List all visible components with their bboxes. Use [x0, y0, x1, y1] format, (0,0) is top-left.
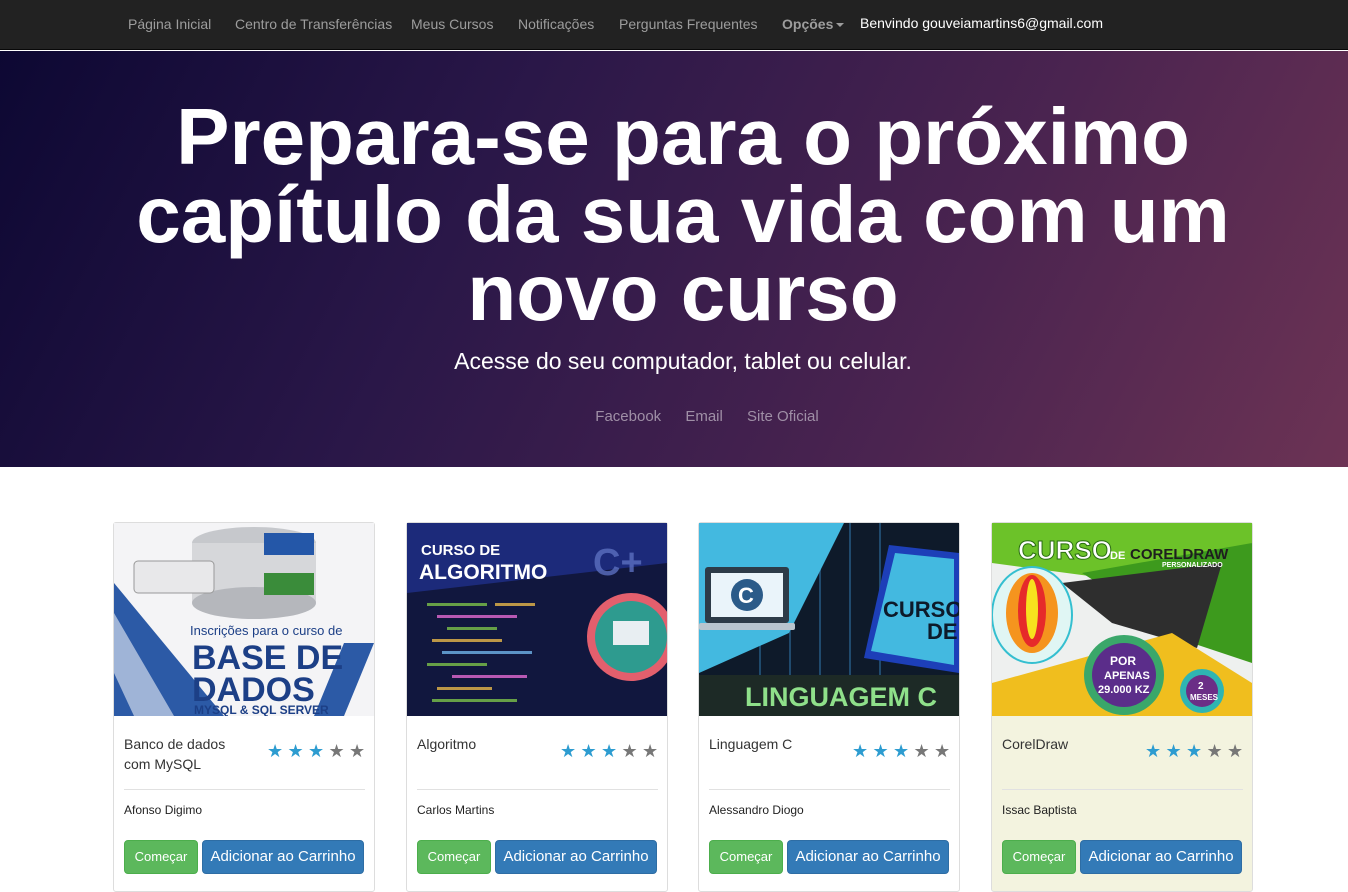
thumbnail-text: MYSQL & SQL SERVER [194, 703, 329, 716]
star-empty-icon: ★ [934, 741, 951, 761]
star-empty-icon: ★ [1227, 741, 1244, 761]
rating-stars: ★ ★ ★ ★ ★ [560, 742, 660, 762]
add-to-cart-button[interactable]: Adicionar ao Carrinho [495, 840, 657, 874]
thumbnail-text: C+ [593, 542, 643, 584]
course-card-coreldraw: CURSO DE CORELDRAW PERSONALIZADO POR APE… [991, 522, 1253, 892]
thumbnail-text: ALGORITMO [419, 561, 547, 584]
thumbnail-text: Inscrições para o curso de [190, 623, 342, 638]
nav-home-link[interactable]: Página Inicial [128, 0, 211, 50]
thumbnail-text: CURSO DE [421, 542, 500, 559]
thumbnail-text: 29.000 KZ [1098, 684, 1150, 696]
star-empty-icon: ★ [328, 741, 345, 761]
caret-down-icon [836, 23, 845, 28]
course-author: Issac Baptista [1002, 803, 1077, 817]
course-title[interactable]: Banco de dados com MySQL [124, 734, 254, 774]
course-title[interactable]: CorelDraw [1002, 734, 1132, 754]
course-thumbnail-algorithm[interactable]: C+ CURSO DE ALGORITMO [407, 523, 667, 716]
course-title[interactable]: Linguagem C [709, 734, 839, 754]
thumbnail-text: LINGUAGEM C [745, 682, 937, 712]
star-empty-icon: ★ [349, 741, 366, 761]
thumbnail-text: CURSO [1018, 535, 1112, 565]
star-empty-icon: ★ [1206, 741, 1223, 761]
course-thumbnail-c-language[interactable]: C CURSO DE LINGUAGEM C [699, 523, 959, 716]
star-filled-icon: ★ [287, 741, 304, 761]
add-to-cart-button[interactable]: Adicionar ao Carrinho [787, 840, 949, 874]
star-filled-icon: ★ [601, 741, 618, 761]
rating-stars: ★ ★ ★ ★ ★ [267, 742, 367, 762]
course-author: Afonso Digimo [124, 803, 203, 817]
nav-notifications-link[interactable]: Notificações [518, 0, 594, 50]
course-card-algorithm: C+ CURSO DE ALGORITMO Algoritmo ★ ★ ★ ★ ★ Ca… [406, 522, 668, 892]
course-thumbnail-database[interactable]: Inscrições para o curso de BASE DE DADOS… [114, 523, 374, 716]
course-card-database: Inscrições para o curso de BASE DE DADOS… [113, 522, 375, 892]
rating-stars: ★ ★ ★ ★ ★ [852, 742, 952, 762]
thumbnail-text: DE [1110, 550, 1125, 562]
thumbnail-text: C [738, 583, 754, 608]
thumbnail-text: CORELDRAW [1130, 546, 1229, 563]
thumbnail-text: 2 [1198, 681, 1204, 692]
thumbnail-text: POR [1110, 654, 1136, 668]
divider [1002, 789, 1243, 790]
official-site-link[interactable]: Site Oficial [747, 408, 819, 425]
thumbnail-text: APENAS [1104, 670, 1150, 682]
start-button[interactable]: Começar [417, 840, 491, 874]
course-card-c-language: C CURSO DE LINGUAGEM C Linguagem C ★ ★ ★ ★ ★… [698, 522, 960, 892]
hero-banner: Prepara-se para o próximo capítulo da su… [0, 51, 1348, 467]
nav-faq-link[interactable]: Perguntas Frequentes [619, 0, 758, 50]
rating-stars: ★ ★ ★ ★ ★ [1145, 742, 1245, 762]
divider [709, 789, 950, 790]
star-filled-icon: ★ [308, 741, 325, 761]
star-filled-icon: ★ [560, 741, 577, 761]
add-to-cart-button[interactable]: Adicionar ao Carrinho [202, 840, 364, 874]
star-filled-icon: ★ [1186, 741, 1203, 761]
start-button[interactable]: Começar [709, 840, 783, 874]
star-empty-icon: ★ [642, 741, 659, 761]
nav-downloads-link[interactable]: Centro de Transferências [235, 0, 392, 50]
options-label: Opções [782, 16, 834, 32]
star-empty-icon: ★ [621, 741, 638, 761]
start-button[interactable]: Começar [1002, 840, 1076, 874]
course-title[interactable]: Algoritmo [417, 734, 547, 754]
email-link[interactable]: Email [685, 408, 723, 425]
facebook-link[interactable]: Facebook [595, 408, 661, 425]
start-button[interactable]: Começar [124, 840, 198, 874]
course-thumbnail-coreldraw[interactable]: CURSO DE CORELDRAW PERSONALIZADO POR APE… [992, 523, 1252, 716]
hero-subtitle: Acesse do seu computador, tablet ou celu… [454, 348, 912, 374]
welcome-text: Benvindo gouveiamartins6@gmail.com [860, 15, 1103, 31]
top-navbar: Página Inicial Centro de Transferências … [0, 0, 1348, 50]
hero-title: Prepara-se para o próximo capítulo da su… [136, 92, 1230, 337]
nav-my-courses-link[interactable]: Meus Cursos [411, 0, 493, 50]
add-to-cart-button[interactable]: Adicionar ao Carrinho [1080, 840, 1242, 874]
course-author: Alessandro Diogo [709, 803, 804, 817]
star-filled-icon: ★ [893, 741, 910, 761]
options-dropdown[interactable]: Opções [782, 0, 845, 50]
thumbnail-text: DE [927, 619, 958, 644]
divider [417, 789, 658, 790]
star-empty-icon: ★ [913, 741, 930, 761]
hero-links: Facebook Email Site Oficial [0, 408, 1348, 425]
divider [124, 789, 365, 790]
star-filled-icon: ★ [872, 741, 889, 761]
thumbnail-text: MESES [1190, 693, 1219, 702]
star-filled-icon: ★ [1165, 741, 1182, 761]
star-filled-icon: ★ [580, 741, 597, 761]
course-author: Carlos Martins [417, 803, 495, 817]
thumbnail-text: PERSONALIZADO [1162, 562, 1223, 569]
star-filled-icon: ★ [1145, 741, 1162, 761]
star-filled-icon: ★ [852, 741, 869, 761]
star-filled-icon: ★ [267, 741, 284, 761]
